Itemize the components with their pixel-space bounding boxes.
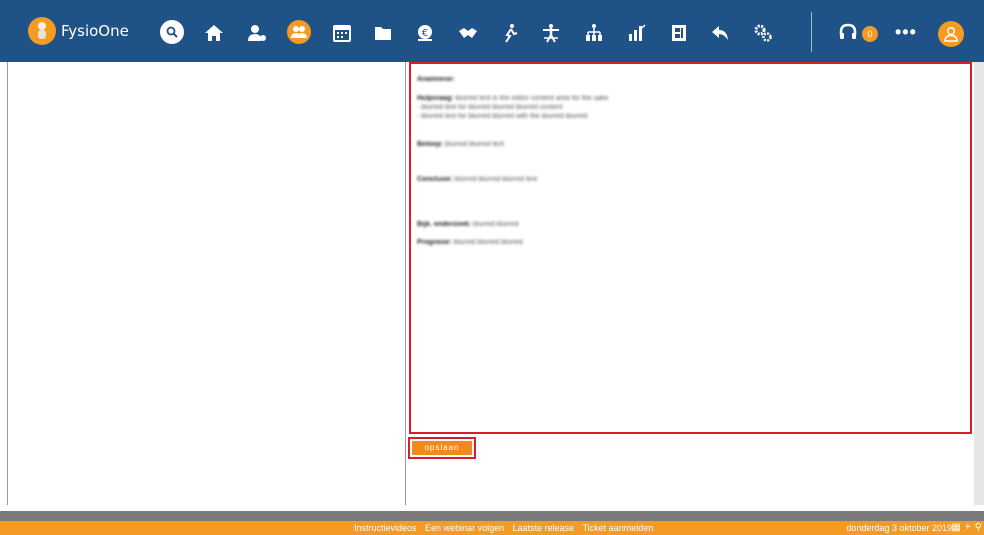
app-logo[interactable]: FysioOne bbox=[28, 17, 129, 45]
footer-link-release[interactable]: Laatste release bbox=[513, 523, 575, 533]
hierarchy-icon[interactable] bbox=[584, 23, 604, 43]
footer-link-webinar[interactable]: Een webinar volgen bbox=[425, 523, 504, 533]
settings-icon[interactable] bbox=[753, 23, 773, 43]
pin-icon[interactable]: ⚲ bbox=[975, 522, 982, 533]
footer-links: Instructievideos Een webinar volgen Laat… bbox=[354, 523, 659, 533]
save-button[interactable]: opslaan bbox=[412, 441, 472, 455]
billing-icon[interactable]: € bbox=[415, 23, 435, 43]
runner-icon[interactable] bbox=[500, 23, 520, 43]
footer-date: donderdag 3 oktober 2019 bbox=[846, 523, 952, 533]
user-profile-icon[interactable] bbox=[938, 21, 964, 47]
footer-icons: ▦ + ⚲ bbox=[951, 522, 982, 533]
footer-link-instructievideos[interactable]: Instructievideos bbox=[354, 523, 417, 533]
editor-line: Conclusie: blurred blurred blurred text bbox=[417, 176, 538, 183]
stats-icon[interactable] bbox=[627, 23, 647, 43]
exercise-icon[interactable] bbox=[541, 23, 561, 43]
user-add-icon[interactable] bbox=[247, 23, 267, 43]
home-icon[interactable] bbox=[204, 23, 224, 43]
editor-line: Prognose: blurred blurred blurred bbox=[417, 239, 523, 246]
plus-icon[interactable]: + bbox=[965, 522, 971, 533]
calendar-small-icon[interactable]: ▦ bbox=[951, 522, 960, 533]
editor-line: Beloop: blurred blurred text bbox=[417, 141, 504, 148]
editor-line: Hulpvraag: blurred text in the editor co… bbox=[417, 95, 609, 102]
scrollbar[interactable] bbox=[974, 62, 984, 505]
editor-line: - blurred text for blurred blurred with … bbox=[417, 113, 588, 120]
left-panel bbox=[7, 62, 406, 505]
handshake-icon[interactable] bbox=[458, 23, 478, 43]
calendar-icon[interactable] bbox=[332, 23, 352, 43]
footer-bar: Instructievideos Een webinar volgen Laat… bbox=[0, 521, 984, 535]
editor-line: Bijk. onderzoek: blurred blurred bbox=[417, 221, 519, 228]
editor-line: Anamnese: bbox=[417, 76, 455, 83]
search-icon[interactable] bbox=[160, 20, 184, 44]
report-icon[interactable] bbox=[669, 23, 689, 43]
group-icon[interactable] bbox=[287, 20, 311, 44]
back-arrow-icon[interactable] bbox=[710, 23, 730, 43]
support-headset-icon[interactable] bbox=[838, 23, 858, 43]
notes-editor[interactable]: Anamnese: Hulpvraag: blurred text in the… bbox=[409, 62, 972, 434]
editor-line: - blurred text for blurred blurred blurr… bbox=[417, 104, 563, 111]
logo-mascot-icon bbox=[28, 17, 56, 45]
notification-badge[interactable]: 0 bbox=[862, 26, 878, 42]
app-name: FysioOne bbox=[61, 22, 129, 40]
top-navigation-bar: FysioOne € 0 ••• bbox=[0, 0, 984, 62]
save-button-highlight: opslaan bbox=[408, 437, 476, 459]
folder-icon[interactable] bbox=[373, 23, 393, 43]
footer-link-ticket[interactable]: Ticket aanmelden bbox=[583, 523, 654, 533]
status-strip bbox=[0, 511, 984, 521]
svg-text:€: € bbox=[422, 28, 428, 39]
nav-divider bbox=[811, 12, 812, 52]
more-menu-icon[interactable]: ••• bbox=[895, 22, 917, 43]
